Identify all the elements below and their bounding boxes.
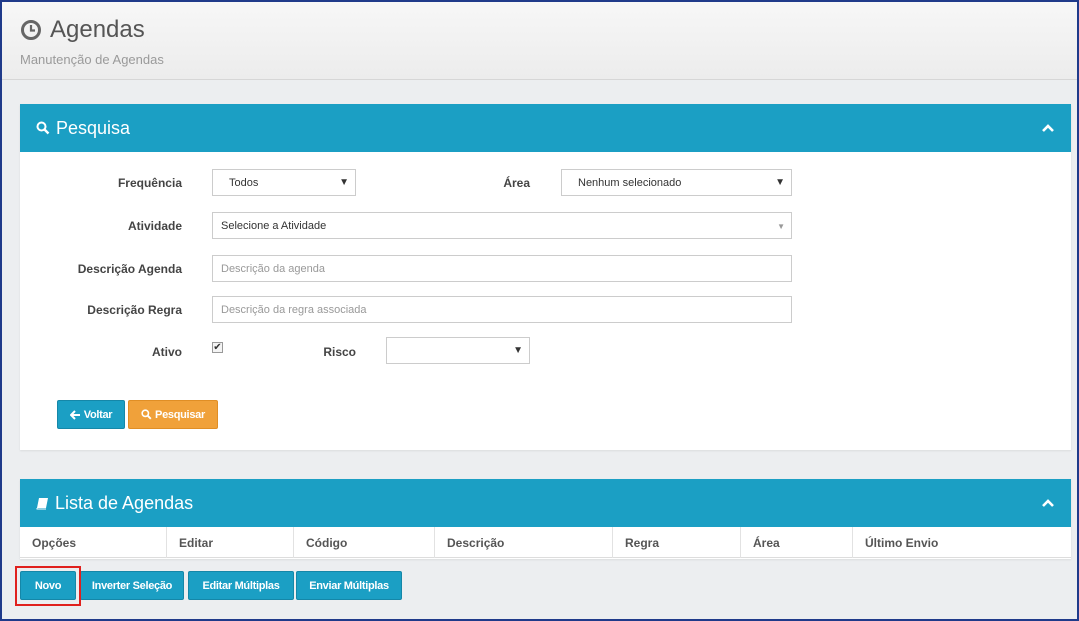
column-header[interactable]: Área [741, 527, 853, 558]
enviar-multiplas-label: Enviar Múltiplas [309, 579, 389, 592]
editar-multiplas-button[interactable]: Editar Múltiplas [188, 571, 294, 600]
pesquisar-button[interactable]: Pesquisar [128, 400, 218, 429]
area-label: Área [503, 176, 530, 190]
risco-select[interactable]: ▼ [386, 337, 530, 364]
page-title: Agendas [20, 16, 145, 44]
page-subtitle: Manutenção de Agendas [20, 52, 164, 67]
search-panel-heading: Pesquisa [20, 104, 1071, 152]
atividade-value: Selecione a Atividade [221, 219, 327, 232]
column-header[interactable]: Editar [167, 527, 294, 558]
caret-down-icon: ▼ [339, 177, 349, 188]
window-frame: Agendas Manutenção de Agendas Pesquisa F… [0, 0, 1079, 621]
search-icon [36, 121, 50, 135]
descricao-agenda-input[interactable]: Descrição da agenda [212, 255, 792, 282]
list-panel-heading: Lista de Agendas [20, 479, 1071, 527]
chevron-up-icon[interactable] [1041, 123, 1055, 133]
frequencia-label: Frequência [117, 176, 182, 190]
caret-down-icon: ▼ [777, 222, 785, 231]
descricao-regra-input[interactable]: Descrição da regra associada [212, 296, 792, 323]
atividade-select[interactable]: Selecione a Atividade ▼ [212, 212, 792, 239]
frequencia-value: Todos [229, 176, 259, 189]
search-panel-title-text: Pesquisa [56, 117, 131, 138]
caret-down-icon: ▼ [513, 345, 523, 356]
highlight-box [15, 566, 81, 606]
search-icon [141, 409, 152, 420]
frequencia-select[interactable]: Todos ▼ [212, 169, 356, 196]
risco-label: Risco [323, 345, 356, 359]
descricao-regra-placeholder: Descrição da regra associada [221, 303, 367, 316]
page-title-text: Agendas [50, 16, 145, 43]
atividade-label: Atividade [127, 219, 182, 233]
descricao-agenda-label: Descrição Agenda [77, 262, 182, 276]
column-header[interactable]: Descrição [435, 527, 613, 558]
pesquisar-label: Pesquisar [155, 408, 205, 421]
list-panel-title-text: Lista de Agendas [55, 492, 194, 513]
voltar-label: Voltar [83, 408, 113, 421]
search-panel: Pesquisa Frequência Todos ▼ Área Nenhum … [20, 104, 1071, 450]
inverter-selecao-label: Inverter Seleção [91, 579, 173, 592]
column-header[interactable]: Regra [613, 527, 741, 558]
area-value: Nenhum selecionado [578, 176, 682, 189]
list-panel: Lista de Agendas Opções Editar Código De… [20, 479, 1071, 559]
enviar-multiplas-button[interactable]: Enviar Múltiplas [296, 571, 402, 600]
column-header[interactable]: Opções [20, 527, 167, 558]
table-header-row: Opções Editar Código Descrição Regra Áre… [20, 527, 1071, 558]
search-panel-title: Pesquisa [36, 118, 130, 139]
descricao-regra-label: Descrição Regra [87, 303, 182, 317]
clock-icon [21, 20, 41, 40]
column-header[interactable]: Último Envio [853, 527, 1071, 558]
editar-multiplas-label: Editar Múltiplas [202, 579, 280, 592]
ativo-label: Ativo [152, 345, 182, 359]
chevron-up-icon[interactable] [1041, 498, 1055, 508]
book-icon [36, 497, 48, 509]
ativo-checkbox[interactable]: ✔ [212, 342, 223, 353]
descricao-agenda-placeholder: Descrição da agenda [221, 262, 325, 275]
voltar-button[interactable]: Voltar [57, 400, 125, 429]
column-header[interactable]: Código [294, 527, 435, 558]
page-header: Agendas Manutenção de Agendas [2, 2, 1077, 80]
area-select[interactable]: Nenhum selecionado ▼ [561, 169, 792, 196]
list-panel-title: Lista de Agendas [36, 493, 193, 514]
inverter-selecao-button[interactable]: Inverter Seleção [80, 571, 184, 600]
arrow-left-icon [69, 409, 80, 420]
caret-down-icon: ▼ [775, 177, 785, 188]
